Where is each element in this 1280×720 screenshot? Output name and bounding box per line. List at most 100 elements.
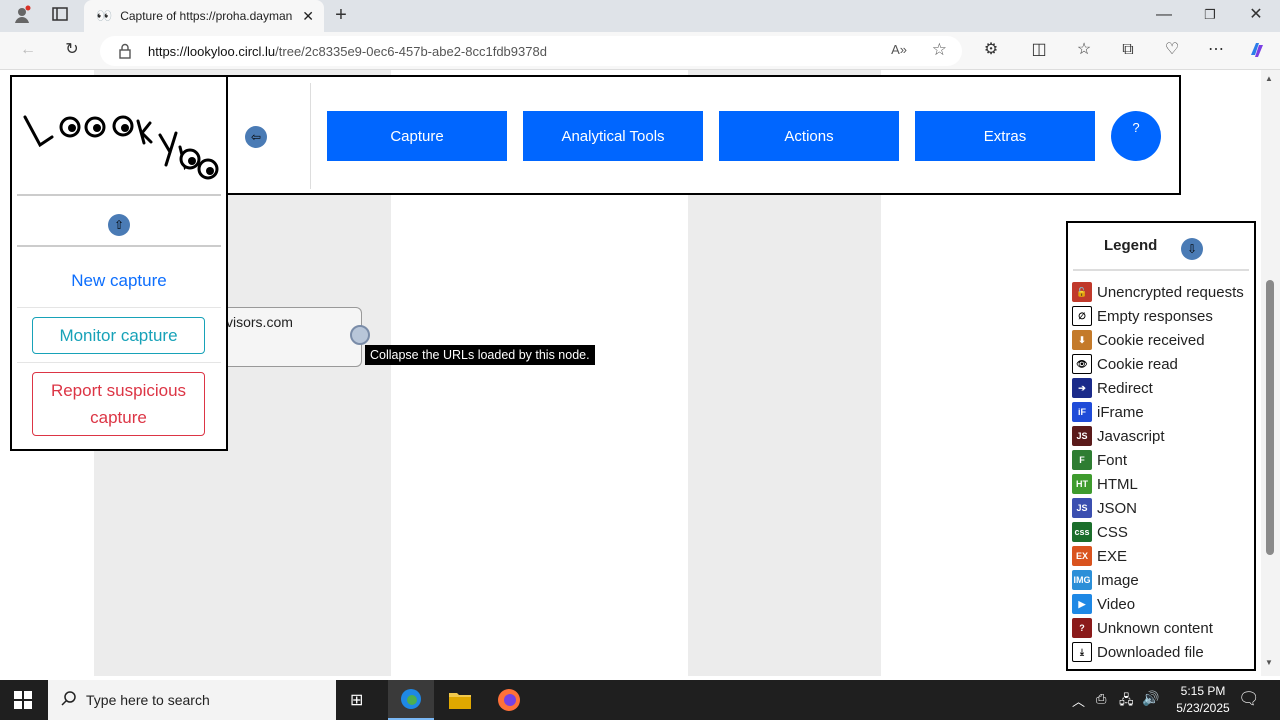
exe-icon: EX — [1072, 546, 1092, 566]
legend-item: IMG Image — [1072, 569, 1139, 591]
legend-item-label: Image — [1097, 571, 1139, 589]
download-icon: ⤓ — [1072, 642, 1092, 662]
collections-icon[interactable]: ⧉ — [1117, 40, 1139, 62]
legend-item: ∅ Empty responses — [1072, 305, 1213, 327]
tab-actions-icon[interactable] — [49, 5, 71, 27]
network-icon[interactable]: 🖧 — [1119, 691, 1134, 713]
redirect-icon: ➔ — [1072, 378, 1092, 398]
legend-item-label: CSS — [1097, 523, 1128, 541]
split-screen-icon[interactable]: ◫ — [1028, 40, 1050, 62]
file-explorer-icon[interactable] — [448, 689, 472, 716]
divider — [17, 362, 221, 363]
header-divider — [310, 83, 311, 189]
lookyloo-sidebar: ⇧ New capture Monitor capture Report sus… — [10, 75, 228, 451]
copilot-icon[interactable] — [1246, 40, 1268, 62]
search-icon — [60, 690, 78, 711]
actions-button[interactable]: Actions — [719, 111, 899, 161]
lookyloo-logo[interactable] — [20, 87, 220, 187]
close-tab-icon[interactable]: ✕ — [302, 8, 314, 25]
legend-item: iF iFrame — [1072, 401, 1144, 423]
new-capture-link[interactable]: New capture — [17, 271, 221, 291]
taskbar-search-input[interactable]: Type here to search — [48, 680, 336, 720]
legend-item: EX EXE — [1072, 545, 1127, 567]
notifications-icon[interactable]: 🗨 — [1238, 689, 1260, 709]
json-icon: JS — [1072, 498, 1092, 518]
browser-essentials-icon[interactable]: ♡ — [1161, 40, 1183, 62]
legend-item: ▶ Video — [1072, 593, 1135, 615]
help-button[interactable]: ? — [1111, 111, 1161, 161]
html-icon: HT — [1072, 474, 1092, 494]
firefox-icon[interactable] — [497, 688, 521, 717]
legend-item-label: Cookie received — [1097, 331, 1205, 349]
legend-item-label: Empty responses — [1097, 307, 1213, 325]
new-tab-icon[interactable]: + — [330, 5, 352, 27]
minimize-icon[interactable]: — — [1153, 5, 1175, 27]
extensions-icon[interactable]: ⚙ — [980, 40, 1002, 62]
show-hidden-icons-icon[interactable]: ︿ — [1072, 691, 1085, 710]
legend-toggle-icon[interactable]: ⇩ — [1181, 238, 1203, 260]
favorite-star-icon[interactable]: ☆ — [932, 40, 947, 60]
javascript-icon: JS — [1072, 426, 1092, 446]
divider — [1073, 269, 1249, 271]
url-path: /tree/2c8335e9-0ec6-457b-abe2-8cc1fdb937… — [275, 43, 547, 59]
css-icon: css — [1072, 522, 1092, 542]
legend-item: JS Javascript — [1072, 425, 1165, 447]
clock-date[interactable]: 5/23/2025 — [1165, 701, 1241, 715]
url-field[interactable]: https://lookyloo.circl.lu/tree/2c8335e9-… — [100, 36, 962, 66]
tab-title: Capture of https://proha.dayman — [120, 9, 293, 23]
legend-item: F Font — [1072, 449, 1127, 471]
video-icon: ▶ — [1072, 594, 1092, 614]
scroll-up-arrow-icon[interactable]: ▲ — [1265, 74, 1273, 83]
volume-icon[interactable]: 🔊 — [1142, 690, 1159, 707]
font-icon: F — [1072, 450, 1092, 470]
monitor-capture-button[interactable]: Monitor capture — [32, 317, 205, 354]
report-capture-button[interactable]: Report suspicious capture — [32, 372, 205, 436]
legend-panel: Legend ⇩ 🔓 Unencrypted requests ∅ Empty res… — [1066, 221, 1256, 671]
profile-icon[interactable] — [11, 5, 33, 27]
extras-button[interactable]: Extras — [915, 111, 1095, 161]
page-content: visors.com Collapse the URLs loaded by t… — [4, 70, 1261, 676]
empty-set-icon: ∅ — [1072, 306, 1092, 326]
legend-item: ➔ Redirect — [1072, 377, 1153, 399]
task-view-icon[interactable]: ⊞ — [350, 690, 363, 710]
refresh-icon[interactable]: ↻ — [61, 40, 83, 62]
favorites-icon[interactable]: ☆ — [1073, 40, 1095, 62]
close-window-icon[interactable]: ✕ — [1245, 5, 1267, 27]
meet-now-icon[interactable]: ⎙ — [1096, 691, 1106, 707]
search-placeholder: Type here to search — [86, 692, 210, 708]
scroll-down-arrow-icon[interactable]: ▼ — [1265, 658, 1273, 667]
restore-icon[interactable]: ❐ — [1199, 5, 1221, 27]
legend-item: HT HTML — [1072, 473, 1138, 495]
url-host: https://lookyloo.circl.lu — [148, 43, 276, 59]
windows-taskbar: Type here to search ⊞ ︿ ⎙ 🖧 🔊 5:15 PM 5/… — [0, 680, 1280, 720]
clock-time[interactable]: 5:15 PM — [1173, 684, 1233, 698]
back-icon[interactable]: ← — [17, 40, 39, 62]
legend-item-label: Font — [1097, 451, 1128, 469]
edge-taskbar-icon[interactable] — [388, 680, 434, 720]
legend-item: css CSS — [1072, 521, 1128, 543]
address-toolbar: ← ↻ https://lookyloo.circl.lu/tree/2c833… — [0, 32, 1280, 70]
legend-item-label: Cookie read — [1097, 355, 1178, 373]
lock-icon — [118, 43, 132, 62]
capture-button[interactable]: Capture — [327, 111, 507, 161]
iframe-icon: iF — [1072, 402, 1092, 422]
collapse-sidebar-icon[interactable]: ⇦ — [245, 126, 267, 148]
tab-active[interactable]: 👀 Capture of https://proha.dayman ✕ — [84, 0, 324, 32]
legend-item: 🔓 Unencrypted requests — [1072, 281, 1244, 303]
legend-item-label: Unknown content — [1097, 619, 1213, 637]
legend-item-label: Downloaded file — [1097, 643, 1204, 661]
tree-node[interactable]: visors.com — [226, 307, 362, 367]
analytical-tools-button[interactable]: Analytical Tools — [523, 111, 703, 161]
collapse-node-handle[interactable] — [350, 325, 370, 345]
page-scrollbar[interactable]: ▲ ▼ — [1261, 70, 1280, 676]
more-menu-icon[interactable]: ⋯ — [1205, 40, 1227, 62]
read-aloud-icon[interactable]: A» — [891, 42, 907, 57]
legend-item: ? Unknown content — [1072, 617, 1213, 639]
divider — [17, 307, 221, 308]
legend-item-label: Redirect — [1097, 379, 1153, 397]
scroll-up-icon[interactable]: ⇧ — [108, 214, 130, 236]
legend-item-label: iFrame — [1097, 403, 1144, 421]
windows-start-icon[interactable] — [14, 691, 32, 714]
legend-item: ⤓ Downloaded file — [1072, 641, 1204, 663]
scrollbar-thumb[interactable] — [1266, 280, 1274, 555]
